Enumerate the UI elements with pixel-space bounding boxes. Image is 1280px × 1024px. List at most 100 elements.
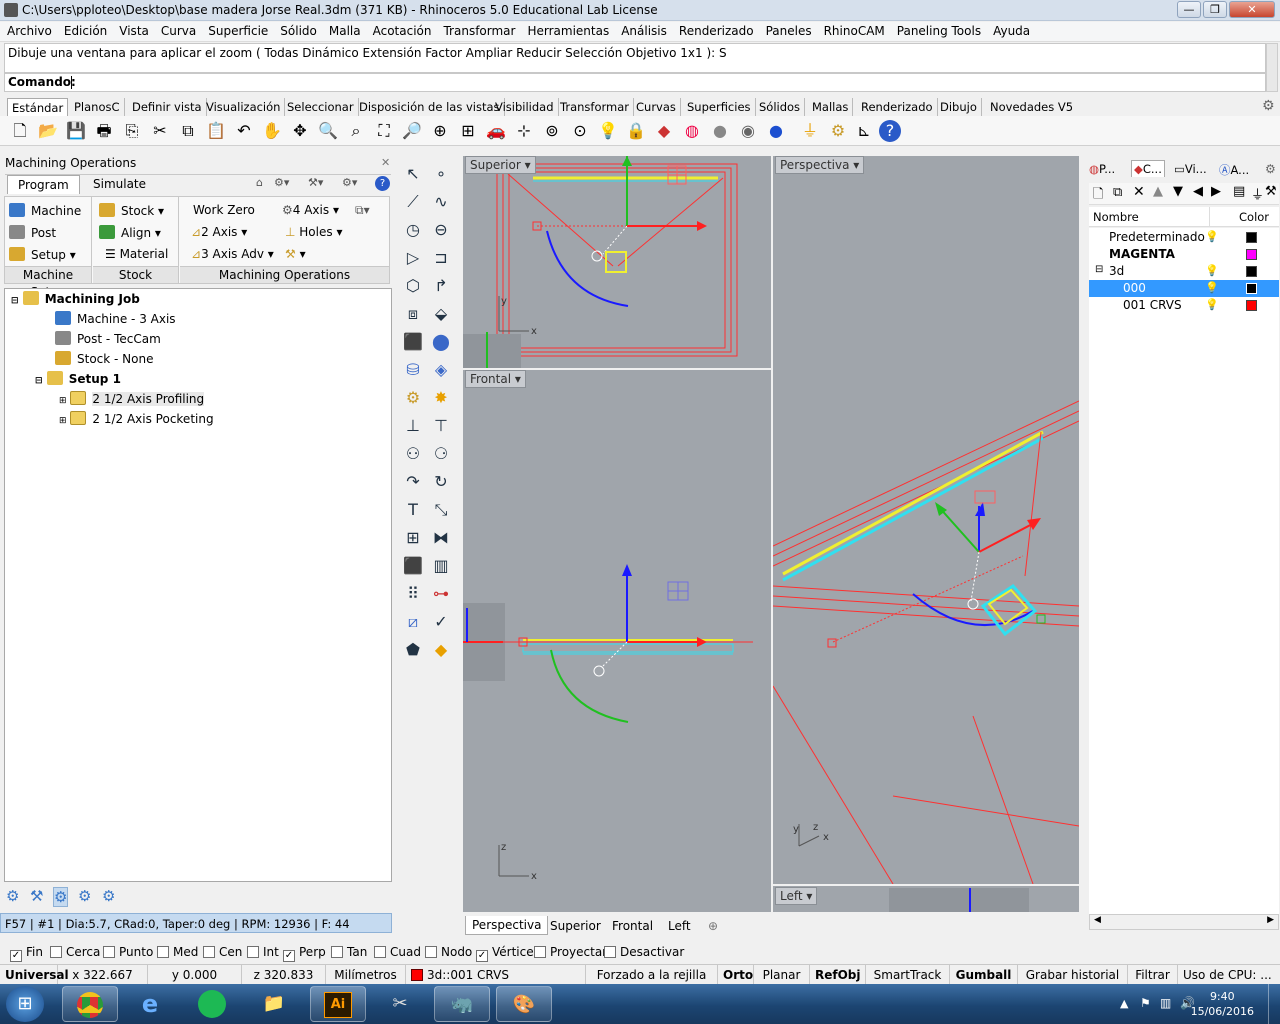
tab-visibilidad[interactable]: Visibilidad xyxy=(491,98,559,116)
ribbon-collapse-icon[interactable]: ⌂ xyxy=(256,176,263,189)
surface-icon[interactable]: ⧈ xyxy=(400,302,426,326)
viewport-front-label[interactable]: Frontal ▾ xyxy=(465,370,526,388)
panel-tab-layers[interactable]: ◆C... xyxy=(1131,160,1165,177)
light-bulb-icon[interactable]: 💡 xyxy=(1205,230,1219,243)
checkbox[interactable] xyxy=(374,946,386,958)
tab-visualizacion[interactable]: Visualización xyxy=(202,98,286,116)
post-process-icon[interactable]: ⚙ xyxy=(102,887,115,905)
viewport-top-label[interactable]: Superior ▾ xyxy=(465,156,536,174)
save-icon[interactable]: 💾 xyxy=(65,120,87,142)
viewport-tab-superior[interactable]: Superior xyxy=(543,916,608,935)
tree-profiling[interactable]: ⊞ 2 1/2 Axis Profiling xyxy=(59,391,205,406)
chrome-taskbar-icon[interactable] xyxy=(62,986,118,1022)
layer-color-swatch[interactable] xyxy=(1246,249,1257,260)
three-axis-adv-button[interactable]: ⊿3 Axis Adv ▾ xyxy=(191,247,274,261)
internet-explorer-icon[interactable]: e xyxy=(122,986,178,1022)
check-icon[interactable]: ✓ xyxy=(428,610,454,634)
paint-icon[interactable]: 🎨 xyxy=(496,986,552,1022)
smarttrack-toggle[interactable]: SmartTrack xyxy=(866,965,950,985)
rectangle-icon[interactable]: ⊐ xyxy=(428,246,454,270)
viewport-tab-frontal[interactable]: Frontal xyxy=(605,916,660,935)
grid-array-icon[interactable]: ⠿ xyxy=(400,582,426,606)
osnap-fin[interactable]: ✓ Fin xyxy=(10,945,43,962)
dimension-icon[interactable]: ⊾ xyxy=(853,120,875,142)
extrude-icon[interactable]: ⬙ xyxy=(428,302,454,326)
layers-hscrollbar[interactable]: ◀ ▶ xyxy=(1089,914,1279,930)
hatch-icon[interactable]: ▥ xyxy=(428,554,454,578)
close-button[interactable]: ✕ xyxy=(1229,1,1275,18)
tab-curvas[interactable]: Curvas xyxy=(632,98,681,116)
illustrator-icon[interactable]: Ai xyxy=(310,986,366,1022)
array-icon[interactable]: ⊞ xyxy=(400,526,426,550)
tree-pocketing[interactable]: ⊞ 2 1/2 Axis Pocketing xyxy=(59,411,214,426)
move-down-icon[interactable]: ▼ xyxy=(1173,184,1183,199)
light-bulb-icon[interactable]: 💡 xyxy=(1205,281,1219,294)
layer-row-magenta[interactable]: MAGENTA xyxy=(1089,246,1279,263)
sphere-icon[interactable]: ⬤ xyxy=(428,330,454,354)
viewport-left[interactable]: Left ▾ xyxy=(773,886,1079,912)
open-file-icon[interactable]: 📂 xyxy=(37,120,59,142)
material-button[interactable]: ☰ Material xyxy=(105,247,168,261)
two-axis-button[interactable]: ⊿2 Axis ▾ xyxy=(191,225,247,239)
menu-analisis[interactable]: Análisis xyxy=(614,22,674,38)
menu-rhinocam[interactable]: RhinoCAM xyxy=(817,22,892,38)
checkbox[interactable] xyxy=(203,946,215,958)
solid-tools-icon[interactable]: ⬟ xyxy=(400,638,426,662)
layer-color-swatch[interactable] xyxy=(1246,232,1257,243)
menu-solido[interactable]: Sólido xyxy=(273,22,324,38)
new-layer-icon[interactable]: 🗋 xyxy=(1093,185,1103,207)
panel-tab-properties[interactable]: ◍P... xyxy=(1089,162,1115,176)
pan-hand-icon[interactable]: ✋ xyxy=(261,120,283,142)
layer-row-predeterminado[interactable]: Predeterminado 💡 xyxy=(1089,229,1279,246)
checkbox[interactable] xyxy=(604,946,616,958)
paste-icon[interactable]: 📋 xyxy=(205,120,227,142)
zoom-all-icon[interactable]: ⊕ xyxy=(429,120,451,142)
transform-gear-icon[interactable]: ⚙ xyxy=(400,386,426,410)
viewport-top[interactable]: y x Superior ▾ xyxy=(463,156,771,368)
ortho-toggle[interactable]: Orto xyxy=(718,965,754,985)
tree-setup[interactable]: ⊟ Setup 1 xyxy=(35,371,121,386)
layer-filter-icon[interactable]: ▤ xyxy=(1233,184,1245,199)
delete-layer-icon[interactable]: ✕ xyxy=(1133,184,1145,200)
tab-renderizado[interactable]: Renderizado xyxy=(857,98,938,116)
planar-toggle[interactable]: Planar xyxy=(754,965,810,985)
menu-transformar[interactable]: Transformar xyxy=(436,22,522,38)
four-viewports-icon[interactable]: ⊞ xyxy=(457,120,479,142)
mirror-icon[interactable]: ⧓ xyxy=(428,526,454,550)
layer-color-swatch[interactable] xyxy=(1246,266,1257,277)
checkbox[interactable] xyxy=(331,946,343,958)
color-wheel-icon[interactable]: ◍ xyxy=(681,120,703,142)
copy-icon[interactable]: ⧉ xyxy=(177,120,199,142)
select-points-icon[interactable]: ⊹ xyxy=(513,120,535,142)
layer-tools-icon[interactable]: ⚒ xyxy=(1265,184,1277,199)
filter-icon[interactable]: ⏚ xyxy=(799,120,821,142)
boolean-icon[interactable]: ⚇ xyxy=(400,442,426,466)
mesh-icon[interactable]: ◈ xyxy=(428,358,454,382)
scroll-right-icon[interactable]: ▶ xyxy=(1267,915,1274,925)
tab-simulate[interactable]: Simulate xyxy=(85,177,154,191)
rotate-icon[interactable]: ↻ xyxy=(428,470,454,494)
ribbon-tools-icon[interactable]: ⚒▾ xyxy=(308,176,323,189)
undo-icon[interactable]: ↶ xyxy=(233,120,255,142)
toolbar-settings-icon[interactable]: ⚙ xyxy=(1262,98,1275,114)
cplane-icon[interactable]: ⊙ xyxy=(569,120,591,142)
new-sublayer-icon[interactable]: ⧉ xyxy=(1113,185,1122,200)
render-sphere-icon[interactable]: ● xyxy=(709,120,731,142)
tab-mallas[interactable]: Mallas xyxy=(808,98,854,116)
machine-setup-icon[interactable]: ⚙ xyxy=(6,887,19,905)
osnap-proyectar[interactable]: Proyectar xyxy=(534,945,607,959)
osnap-cen[interactable]: Cen xyxy=(203,945,242,959)
rendered-sphere-icon[interactable]: ● xyxy=(765,120,787,142)
menu-curva[interactable]: Curva xyxy=(154,22,203,38)
polyline-icon[interactable]: ⟋ xyxy=(400,190,426,214)
osnap-perp[interactable]: ✓ Perp xyxy=(283,945,326,962)
scale-icon[interactable]: ⤡ xyxy=(428,498,454,522)
menu-paneles[interactable]: Paneles xyxy=(759,22,819,38)
viewport-perspective[interactable]: y z x Perspectiva ▾ xyxy=(773,156,1079,884)
machine-button[interactable]: Machine xyxy=(9,203,81,218)
ribbon-options-icon[interactable]: ⚙▾ xyxy=(274,176,289,189)
toolpath-icon[interactable]: ⚒ xyxy=(30,887,43,905)
refobj-toggle[interactable]: RefObj xyxy=(810,965,866,985)
menu-vista[interactable]: Vista xyxy=(112,22,156,38)
work-zero-button[interactable]: Work Zero xyxy=(193,203,255,217)
